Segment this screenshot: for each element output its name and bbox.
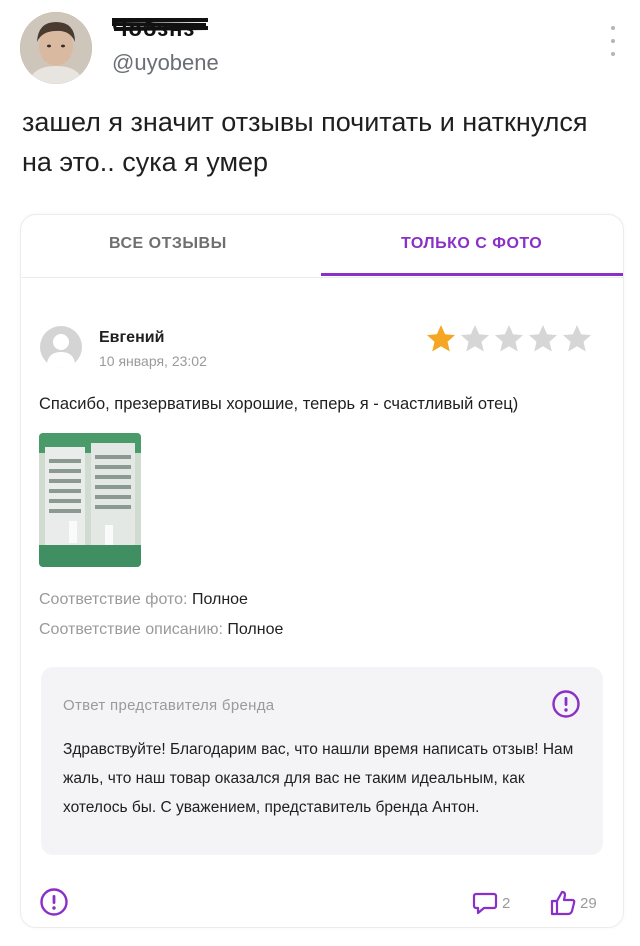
active-tab-indicator (321, 273, 623, 276)
photo-match-value: Полное (191, 591, 248, 608)
tweet-author-handle[interactable]: @uyobene (112, 50, 219, 76)
review-author[interactable]: Евгений (99, 329, 164, 347)
description-match-value: Полное (227, 621, 284, 638)
tabs-divider (21, 277, 623, 278)
review-text: Спасибо, презервативы хорошие, теперь я … (39, 395, 519, 413)
tweet-text: зашел я значит отзывы почитать и наткнул… (22, 107, 588, 177)
star-empty-icon (461, 325, 489, 352)
name-redaction-scribble (111, 18, 209, 31)
brand-reply-text: Здравствуйте! Благодарим вас, что нашли … (63, 741, 574, 816)
comments-count: 2 (502, 894, 511, 912)
review-card: ВСЕ ОТЗЫВЫ ТОЛЬКО С ФОТО Евгений 10 янва… (20, 214, 624, 928)
comments-button[interactable]: 2 (471, 889, 510, 917)
star-empty-icon (495, 325, 523, 352)
user-avatar-icon (40, 326, 82, 368)
star-empty-icon (529, 325, 557, 352)
tweet-author-avatar[interactable] (20, 12, 92, 84)
brand-reply-title: Ответ представителя бренда (63, 697, 275, 714)
star-rating (425, 323, 593, 355)
description-match-label: Соответствие описанию: (39, 621, 223, 638)
review-tabs: ВСЕ ОТЗЫВЫ ТОЛЬКО С ФОТО (21, 215, 623, 279)
likes-button[interactable]: 29 (549, 889, 597, 917)
brand-reply: Ответ представителя бренда Здравствуйте!… (41, 667, 603, 855)
alert-circle-icon[interactable] (551, 689, 581, 719)
likes-count: 29 (580, 894, 597, 912)
tab-photo-only[interactable]: ТОЛЬКО С ФОТО (401, 235, 542, 253)
star-empty-icon (563, 325, 591, 352)
description-match-row: Соответствие описанию: Полное (39, 621, 283, 639)
comment-icon (472, 892, 498, 915)
review-date: 10 января, 23:02 (99, 353, 207, 369)
more-vertical-icon[interactable] (608, 26, 618, 56)
star-filled-icon (427, 325, 455, 352)
tab-all-reviews[interactable]: ВСЕ ОТЗЫВЫ (109, 235, 227, 253)
thumbs-up-icon (550, 890, 576, 916)
photo-match-label: Соответствие фото: (39, 591, 188, 608)
report-alert-icon[interactable] (39, 887, 69, 917)
review-photo[interactable] (39, 433, 141, 567)
photo-match-row: Соответствие фото: Полное (39, 591, 248, 609)
